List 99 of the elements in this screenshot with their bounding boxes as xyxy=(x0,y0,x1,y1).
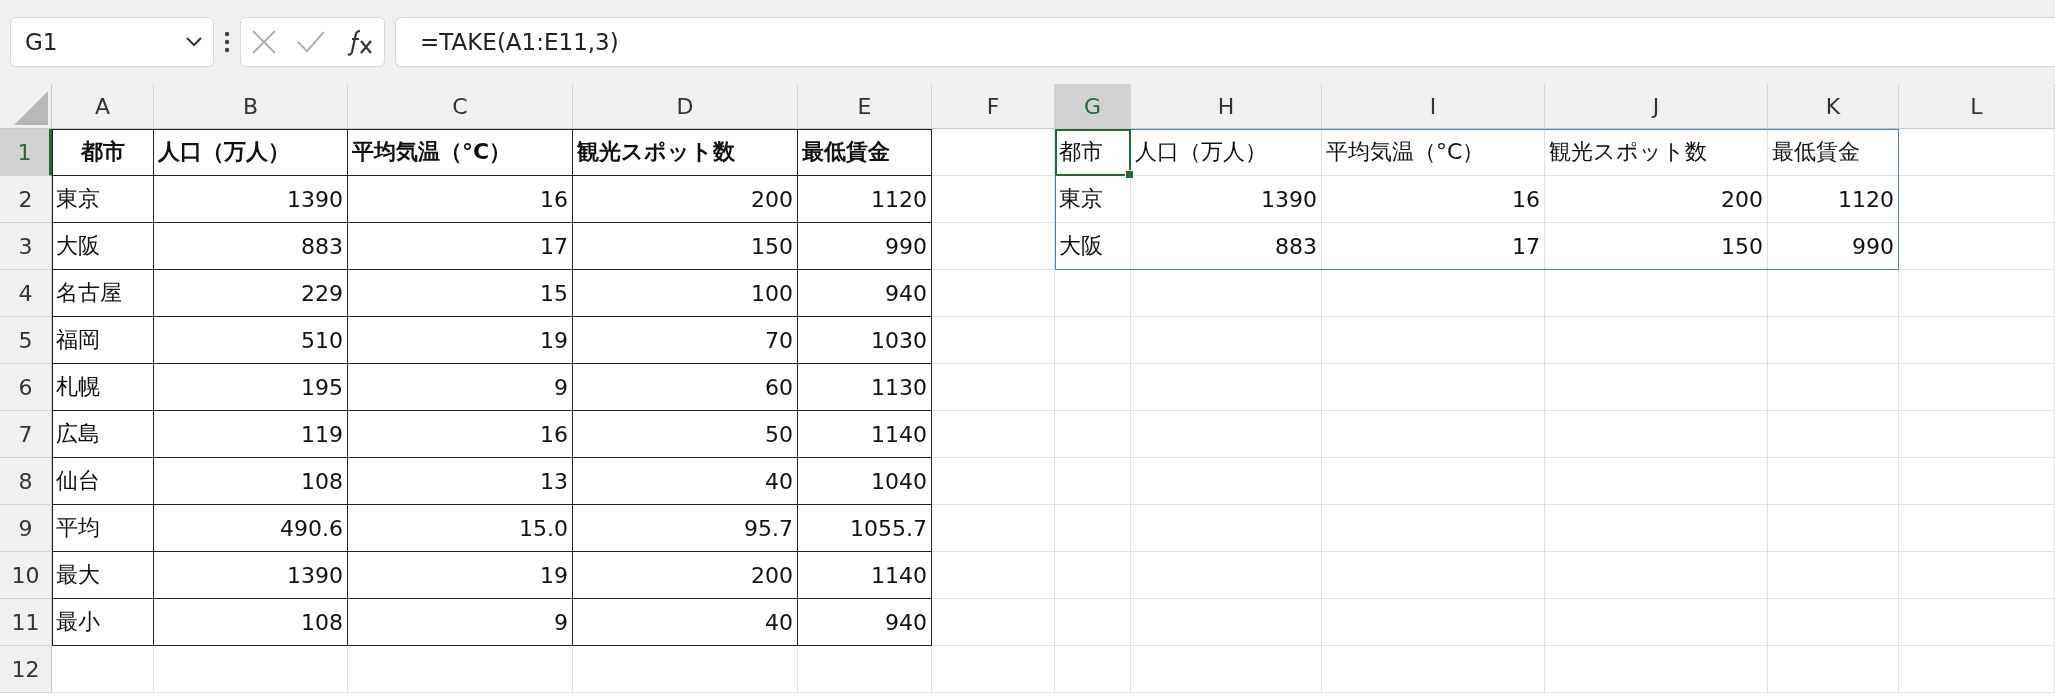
table-cell: 60 xyxy=(573,364,798,411)
column-header[interactable]: L xyxy=(1899,84,2055,129)
table-cell: 最低賃金 xyxy=(798,129,932,176)
table-cell: 平均 xyxy=(52,505,154,552)
table-cell: 観光スポット数 xyxy=(1545,129,1768,176)
row-header[interactable]: 11 xyxy=(0,599,52,646)
table-cell: 108 xyxy=(154,458,348,505)
table-cell: 福岡 xyxy=(52,317,154,364)
table-cell: 19 xyxy=(348,552,573,599)
table-cell: 95.7 xyxy=(573,505,798,552)
table-cell: 大阪 xyxy=(52,223,154,270)
table-cell: 50 xyxy=(573,411,798,458)
table-cell: 150 xyxy=(573,223,798,270)
column-header[interactable]: E xyxy=(798,84,932,129)
table-cell: 1130 xyxy=(798,364,932,411)
table-cell: 1055.7 xyxy=(798,505,932,552)
table-cell: 最小 xyxy=(52,599,154,646)
table-cell: 都市 xyxy=(52,129,154,176)
row-header[interactable]: 2 xyxy=(0,176,52,223)
table-cell: 940 xyxy=(798,599,932,646)
table-cell: 119 xyxy=(154,411,348,458)
table-cell: 940 xyxy=(798,270,932,317)
row-header[interactable]: 4 xyxy=(0,270,52,317)
table-cell: 990 xyxy=(1768,223,1899,270)
table-cell: 510 xyxy=(154,317,348,364)
table-cell: 229 xyxy=(154,270,348,317)
table-cell: 70 xyxy=(573,317,798,364)
table-cell: 1120 xyxy=(1768,176,1899,223)
table-cell: 16 xyxy=(1322,176,1545,223)
table-cell: 200 xyxy=(573,552,798,599)
table-cell: 仙台 xyxy=(52,458,154,505)
row-header[interactable]: 1 xyxy=(0,129,52,176)
table-cell: 13 xyxy=(348,458,573,505)
table-cell: 1390 xyxy=(1131,176,1322,223)
formula-field[interactable]: =TAKE(A1:E11,3) xyxy=(395,17,2055,67)
row-header[interactable]: 10 xyxy=(0,552,52,599)
column-header[interactable]: I xyxy=(1322,84,1545,129)
table-cell: 観光スポット数 xyxy=(573,129,798,176)
function-icon[interactable] xyxy=(346,28,375,56)
row-header[interactable]: 7 xyxy=(0,411,52,458)
table-cell: 990 xyxy=(798,223,932,270)
table-cell: 200 xyxy=(573,176,798,223)
table-cell: 1120 xyxy=(798,176,932,223)
table-cell: 17 xyxy=(1322,223,1545,270)
table-cell: 平均気温（°C） xyxy=(348,129,573,176)
table-cell: 最低賃金 xyxy=(1768,129,1899,176)
cancel-icon[interactable] xyxy=(250,29,277,55)
row-header[interactable]: 6 xyxy=(0,364,52,411)
table-cell: 9 xyxy=(348,364,573,411)
table-cell: 1030 xyxy=(798,317,932,364)
row-header[interactable]: 12 xyxy=(0,646,52,693)
chevron-down-icon xyxy=(185,36,203,48)
table-cell: 883 xyxy=(154,223,348,270)
row-header[interactable]: 3 xyxy=(0,223,52,270)
table-cell: 1140 xyxy=(798,411,932,458)
table-cell: 16 xyxy=(348,176,573,223)
table-cell: 15 xyxy=(348,270,573,317)
table-cell: 1390 xyxy=(154,552,348,599)
table-cell: 名古屋 xyxy=(52,270,154,317)
table-cell: 40 xyxy=(573,599,798,646)
table-cell: 人口（万人） xyxy=(154,129,348,176)
table-cell: 200 xyxy=(1545,176,1768,223)
column-header[interactable]: D xyxy=(573,84,798,129)
table-cell: 広島 xyxy=(52,411,154,458)
table-cell: 1390 xyxy=(154,176,348,223)
row-header[interactable]: 9 xyxy=(0,505,52,552)
more-icon[interactable] xyxy=(224,31,230,53)
select-all-icon[interactable] xyxy=(14,91,48,125)
column-header[interactable]: F xyxy=(932,84,1055,129)
row-header[interactable]: 8 xyxy=(0,458,52,505)
table-cell: 100 xyxy=(573,270,798,317)
table-cell: 195 xyxy=(154,364,348,411)
table-cell: 1040 xyxy=(798,458,932,505)
table-cell: 108 xyxy=(154,599,348,646)
column-header[interactable]: H xyxy=(1131,84,1322,129)
table-cell: 17 xyxy=(348,223,573,270)
table-cell: 150 xyxy=(1545,223,1768,270)
table-cell: 490.6 xyxy=(154,505,348,552)
table-cell: 大阪 xyxy=(1055,223,1131,270)
column-header[interactable]: J xyxy=(1545,84,1768,129)
table-cell: 1140 xyxy=(798,552,932,599)
column-header[interactable]: K xyxy=(1768,84,1899,129)
check-icon[interactable] xyxy=(296,30,327,54)
table-cell: 40 xyxy=(573,458,798,505)
table-cell: 札幌 xyxy=(52,364,154,411)
name-box[interactable]: G1 xyxy=(10,17,214,67)
table-cell: 9 xyxy=(348,599,573,646)
table-cell: 15.0 xyxy=(348,505,573,552)
table-cell: 883 xyxy=(1131,223,1322,270)
row-header[interactable]: 5 xyxy=(0,317,52,364)
table-cell: 最大 xyxy=(52,552,154,599)
table-cell: 19 xyxy=(348,317,573,364)
column-header[interactable]: C xyxy=(348,84,573,129)
table-cell: 平均気温（°C） xyxy=(1322,129,1545,176)
table-cell: 16 xyxy=(348,411,573,458)
column-header[interactable]: B xyxy=(154,84,348,129)
column-header[interactable]: G xyxy=(1055,84,1131,129)
column-header[interactable]: A xyxy=(52,84,154,129)
table-cell: 東京 xyxy=(52,176,154,223)
